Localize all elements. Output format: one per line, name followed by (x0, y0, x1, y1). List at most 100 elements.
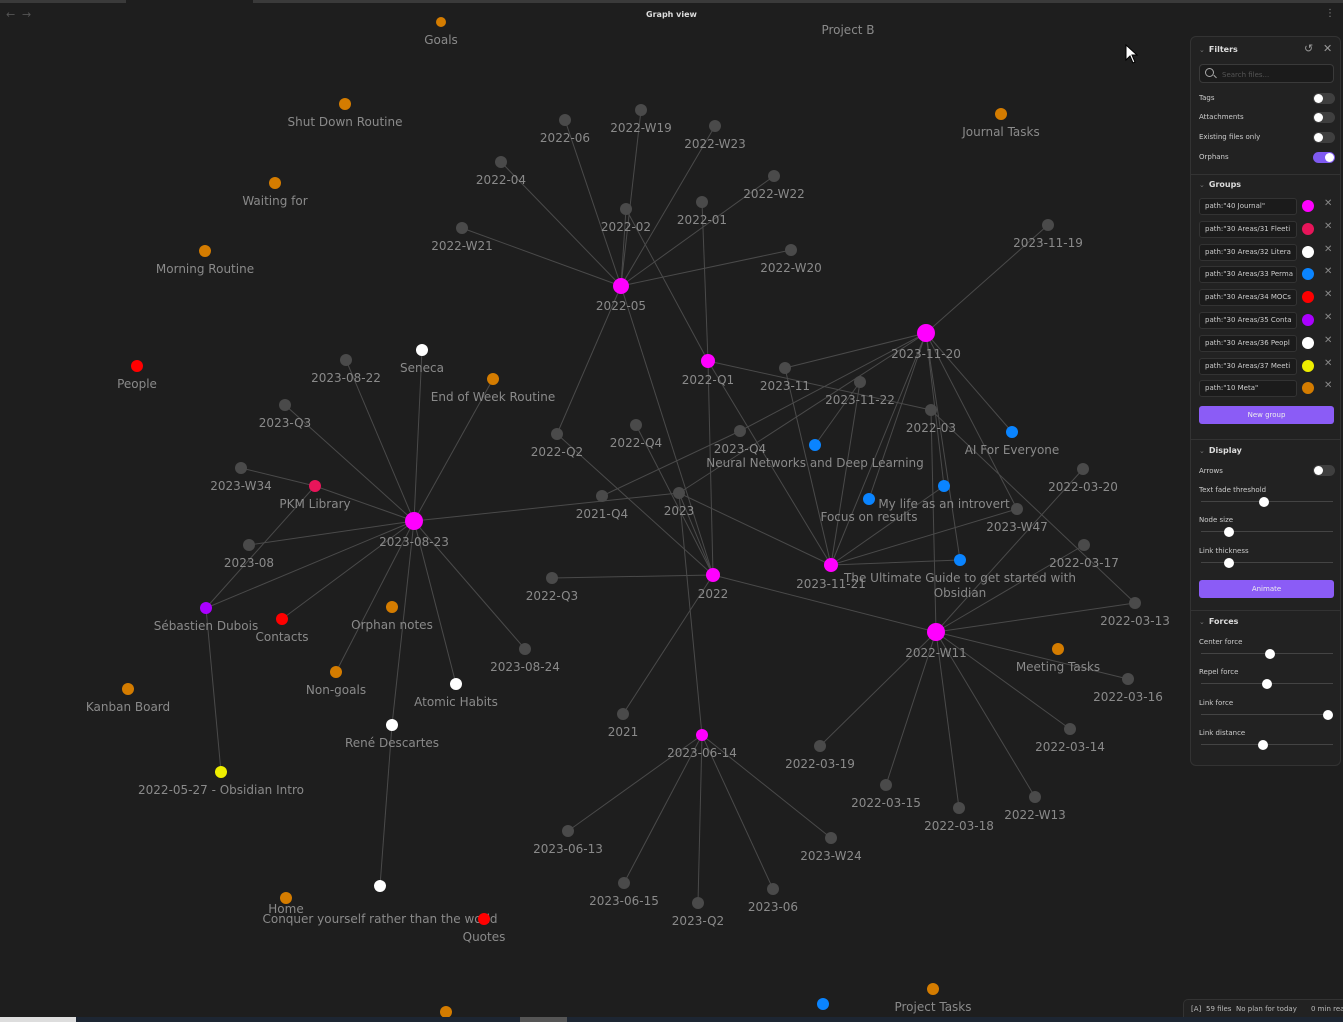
graph-node-label[interactable]: 2023-W24 (800, 849, 862, 863)
graph-node-dot[interactable] (309, 480, 321, 492)
graph-node-dot[interactable] (416, 344, 428, 356)
slider-thumb[interactable] (1259, 497, 1270, 507)
graph-node-label[interactable]: 2023-W34 (210, 479, 272, 493)
graph-node-sebastien-dubois[interactable]: Sébastien Dubois (154, 602, 258, 633)
graph-node-label[interactable]: 2023-Q2 (672, 914, 724, 928)
graph-node-dot[interactable] (215, 766, 227, 778)
graph-node-label[interactable]: 2023-06 (748, 900, 798, 914)
filters-section-header[interactable]: ⌄ Filters (1199, 45, 1238, 54)
graph-node-dot[interactable] (734, 425, 746, 437)
group-query-input[interactable]: path:"30 Areas/31 Fleeti (1199, 220, 1297, 238)
graph-node-dot[interactable] (487, 373, 499, 385)
graph-node-dot[interactable] (559, 114, 571, 126)
graph-node-2022-03-20[interactable]: 2022-03-20 (1048, 463, 1118, 494)
arrows-toggle[interactable] (1313, 465, 1335, 476)
graph-node-label[interactable]: 2022-03 (906, 421, 956, 435)
graph-node-2022-Q2[interactable]: 2022-Q2 (531, 428, 583, 459)
graph-node-2022-05[interactable]: 2022-05 (596, 278, 646, 313)
graph-node-2022-W23[interactable]: 2022-W23 (684, 120, 746, 151)
graph-node-ultimate-guide[interactable]: The Ultimate Guide to get started withOb… (843, 554, 1076, 600)
graph-node-label[interactable]: 2023-Q4 (714, 442, 766, 456)
graph-node-dot[interactable] (1129, 597, 1141, 609)
graph-node-dot[interactable] (938, 480, 950, 492)
graph-node-label[interactable]: 2023-11-20 (891, 347, 961, 361)
close-panel-button[interactable]: ✕ (1323, 42, 1332, 55)
group-query-input[interactable]: path:"10 Meta" (1199, 380, 1297, 398)
graph-node-dot[interactable] (405, 512, 423, 530)
graph-node-label[interactable]: The Ultimate Guide to get started with (843, 571, 1076, 585)
graph-node-dot[interactable] (243, 539, 255, 551)
group-color-swatch[interactable] (1302, 336, 1314, 349)
graph-node-dot[interactable] (546, 572, 558, 584)
graph-node-2022-03-14[interactable]: 2022-03-14 (1035, 723, 1105, 754)
graph-node-dot[interactable] (269, 177, 281, 189)
graph-node-label[interactable]: 2022-Q1 (682, 373, 734, 387)
graph-node-label[interactable]: Shut Down Routine (288, 115, 403, 129)
graph-node-label[interactable]: 2022-03-17 (1049, 556, 1119, 570)
graph-node-dot[interactable] (925, 404, 937, 416)
graph-node-meeting-tasks[interactable]: Meeting Tasks (1016, 643, 1100, 674)
taskbar-item[interactable] (0, 1017, 76, 1022)
graph-node-dot[interactable] (276, 613, 288, 625)
display-section-header[interactable]: ⌄ Display (1199, 446, 1242, 455)
graph-node-label[interactable]: Obsidian (934, 586, 987, 600)
graph-node-2022-W19[interactable]: 2022-W19 (610, 104, 672, 135)
group-query-input[interactable]: path:"30 Areas/34 MOCs (1199, 289, 1297, 307)
graph-node-dot[interactable] (620, 203, 632, 215)
remove-group-icon[interactable]: ✕ (1324, 358, 1332, 369)
graph-node-2023-Q4[interactable]: 2023-Q4 (714, 425, 766, 456)
slider-thumb[interactable] (1322, 710, 1333, 720)
graph-node-shut-down-routine[interactable]: Shut Down Routine (288, 98, 403, 129)
graph-node-2023-Q3[interactable]: 2023-Q3 (259, 399, 311, 430)
group-color-swatch[interactable] (1302, 200, 1314, 212)
graph-node-label[interactable]: Neural Networks and Deep Learning (706, 456, 924, 470)
remove-group-icon[interactable]: ✕ (1324, 221, 1332, 232)
graph-node-2022-03-13[interactable]: 2022-03-13 (1100, 597, 1170, 628)
graph-node-label[interactable]: Project Tasks (894, 1000, 971, 1014)
graph-node-label[interactable]: PKM Library (279, 497, 350, 511)
group-query-input[interactable]: path:"40 Journal" (1199, 198, 1297, 215)
group-query-input[interactable]: path:"30 Areas/35 Conta (1199, 312, 1297, 329)
graph-node-dot[interactable] (340, 354, 352, 366)
graph-node-label[interactable]: Contacts (256, 630, 309, 644)
more-options-button[interactable]: ⋮ (1325, 8, 1335, 19)
graph-node-label[interactable]: 2022-W23 (684, 137, 746, 151)
graph-node-label[interactable]: 2022-W19 (610, 121, 672, 135)
graph-node-label[interactable]: AI For Everyone (965, 443, 1060, 457)
graph-node-label[interactable]: 2023-11 (760, 379, 810, 393)
graph-node-label[interactable]: 2023-06-13 (533, 842, 603, 856)
graph-node-2022-03-19[interactable]: 2022-03-19 (785, 740, 855, 771)
graph-node-label[interactable]: 2021-Q4 (576, 507, 628, 521)
graph-node-2022-W20[interactable]: 2022-W20 (760, 244, 822, 275)
graph-node-2023-06-15[interactable]: 2023-06-15 (589, 877, 659, 908)
graph-node-label[interactable]: Orphan notes (351, 618, 433, 632)
graph-node-dot[interactable] (1006, 426, 1018, 438)
graph-node-label[interactable]: 2023-11-22 (825, 393, 895, 407)
graph-node-label[interactable]: Non-goals (306, 683, 366, 697)
graph-node-label[interactable]: 2022-03-13 (1100, 614, 1170, 628)
group-color-swatch[interactable] (1302, 268, 1314, 281)
graph-node-dot[interactable] (953, 802, 965, 814)
graph-node-dot[interactable] (779, 362, 791, 374)
graph-node-label[interactable]: 2022-03-19 (785, 757, 855, 771)
graph-node-label[interactable]: 2022-W11 (905, 646, 967, 660)
graph-node-2023-08-22[interactable]: 2023-08-22 (311, 354, 381, 385)
graph-node-label[interactable]: Project B (821, 23, 874, 37)
graph-node-my-life-introvert[interactable]: My life as an introvert (878, 480, 1010, 511)
group-color-swatch[interactable] (1302, 291, 1314, 304)
graph-node-dot[interactable] (618, 877, 630, 889)
slider-thumb[interactable] (1223, 527, 1234, 537)
graph-node-label[interactable]: End of Week Routine (431, 390, 555, 404)
graph-canvas[interactable]: Goals Project B Shut Down Routine Waiting f… (0, 0, 1343, 1022)
graph-node-label[interactable]: 2022-W20 (760, 261, 822, 275)
group-color-swatch[interactable] (1302, 245, 1314, 258)
graph-node-label[interactable]: 2022-03-18 (924, 819, 994, 833)
slider-thumb[interactable] (1262, 679, 1272, 689)
graph-node-dot[interactable] (696, 196, 708, 208)
graph-node-dot[interactable] (673, 487, 685, 499)
graph-node-label[interactable]: 2023-Q3 (259, 416, 311, 430)
graph-node-dot[interactable] (495, 156, 507, 168)
graph-node-2021-Q4[interactable]: 2021-Q4 (576, 490, 628, 521)
forces-section-header[interactable]: ⌄ Forces (1199, 617, 1238, 626)
slider-thumb[interactable] (1223, 558, 1234, 568)
